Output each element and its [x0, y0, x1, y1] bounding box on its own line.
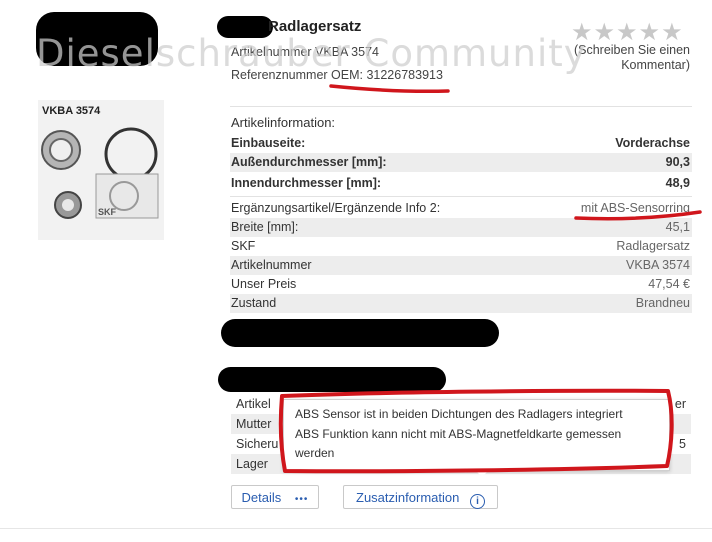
- divider: [230, 106, 692, 107]
- spec-label: Artikelnummer: [231, 258, 312, 272]
- redaction-blob: [221, 319, 499, 347]
- spec-value: 45,1: [665, 220, 690, 234]
- spec-value: 47,54 €: [648, 277, 690, 291]
- divider: [230, 196, 692, 197]
- spec-value: Vorderachse: [615, 136, 690, 150]
- tooltip-text: ABS Sensor ist in beiden Dichtungen des …: [295, 405, 657, 464]
- spec-row-brand: SKF Radlagersatz: [230, 237, 692, 256]
- spec-row-price: Unser Preis 47,54 €: [230, 275, 692, 294]
- spec-label: Unser Preis: [231, 277, 297, 291]
- more-dots-icon: •••: [294, 494, 309, 505]
- page-bottom-divider: [0, 528, 712, 529]
- spec-label: Breite [mm]:: [231, 220, 299, 234]
- product-image-code: VKBA 3574: [42, 105, 101, 117]
- spec-row-mounting-side: Einbauseite: Vorderachse: [230, 134, 692, 153]
- spec-label: Innendurchmesser [mm]:: [231, 176, 382, 190]
- spec-row-width: Breite [mm]: 45,1: [230, 218, 692, 237]
- spec-value: Radlagersatz: [616, 239, 690, 253]
- spec-row-additional-info: Ergänzungsartikel/Ergänzende Info 2: mit…: [230, 199, 692, 218]
- spec-value: Brandneu: [635, 296, 690, 310]
- tooltip-line: ABS Funktion kann nicht mit ABS-Magnetfe…: [295, 426, 622, 461]
- info-table-cell: Artikel: [236, 397, 271, 411]
- watermark: Dieselschrauber Community: [36, 32, 587, 75]
- specs-heading: Artikelinformation:: [231, 115, 336, 130]
- tooltip-line: ABS Sensor ist in beiden Dichtungen des …: [295, 407, 623, 421]
- spec-row-article-number: Artikelnummer VKBA 3574: [230, 256, 692, 275]
- details-button[interactable]: Details •••: [231, 485, 319, 509]
- additional-info-label: Zusatzinformation: [356, 490, 460, 505]
- info-icon: i: [469, 494, 485, 509]
- additional-info-button[interactable]: Zusatzinformation i: [343, 485, 498, 509]
- spec-value: mit ABS-Sensorring: [580, 201, 690, 215]
- spec-row-inner-diameter: Innendurchmesser [mm]: 48,9: [230, 174, 692, 193]
- spec-value: 90,3: [665, 155, 690, 169]
- info-table-cell: Lager: [236, 457, 268, 471]
- spec-label: SKF: [231, 239, 256, 253]
- product-image[interactable]: SKF: [38, 100, 164, 240]
- annotation-underline-oem: [329, 84, 450, 94]
- spec-label: Ergänzungsartikel/Ergänzende Info 2:: [231, 201, 441, 215]
- info-table-cell: 5: [679, 437, 686, 451]
- spec-label: Zustand: [231, 296, 277, 310]
- wheel-bearing-kit-illustration: SKF: [41, 127, 159, 219]
- info-table-cell: er: [674, 397, 686, 411]
- info-tooltip: ABS Sensor ist in beiden Dichtungen des …: [283, 399, 670, 471]
- spec-label: Einbauseite:: [231, 136, 306, 150]
- spec-value: VKBA 3574: [626, 258, 690, 272]
- spec-row-outer-diameter: Außendurchmesser [mm]: 90,3: [230, 153, 692, 172]
- skf-box-logo: SKF: [98, 207, 117, 217]
- spec-value: 48,9: [665, 176, 690, 190]
- details-label: Details: [241, 490, 282, 505]
- spec-label: Außendurchmesser [mm]:: [231, 155, 387, 169]
- info-table-cell: Mutter: [236, 417, 272, 431]
- spec-row-condition: Zustand Brandneu: [230, 294, 692, 313]
- redaction-blob: [218, 367, 446, 392]
- tooltip-arrow: [474, 469, 490, 477]
- info-table-cell: Sicheru: [236, 437, 279, 451]
